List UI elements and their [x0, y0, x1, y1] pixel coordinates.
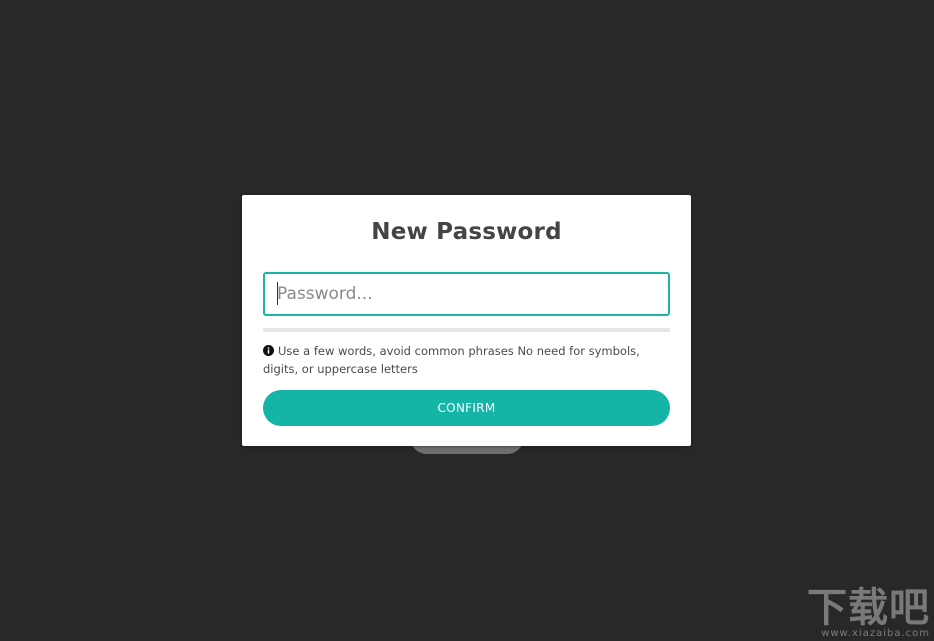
text-caret [277, 282, 278, 305]
app-background: New Password Use a few words, avoid comm… [0, 0, 934, 641]
password-strength-bar [263, 328, 670, 332]
info-icon [263, 345, 274, 356]
watermark-url: www.xiazaiba.com [821, 628, 930, 639]
password-hint: Use a few words, avoid common phrases No… [263, 342, 663, 378]
password-input[interactable] [263, 272, 670, 316]
password-hint-text: Use a few words, avoid common phrases No… [263, 344, 640, 376]
confirm-button[interactable]: CONFIRM [263, 390, 670, 426]
watermark-logo: 下载吧 [807, 585, 930, 631]
dialog-title: New Password [371, 219, 562, 245]
watermark: 下载吧 www.xiazaiba.com [807, 588, 930, 639]
new-password-dialog: New Password Use a few words, avoid comm… [242, 195, 691, 446]
